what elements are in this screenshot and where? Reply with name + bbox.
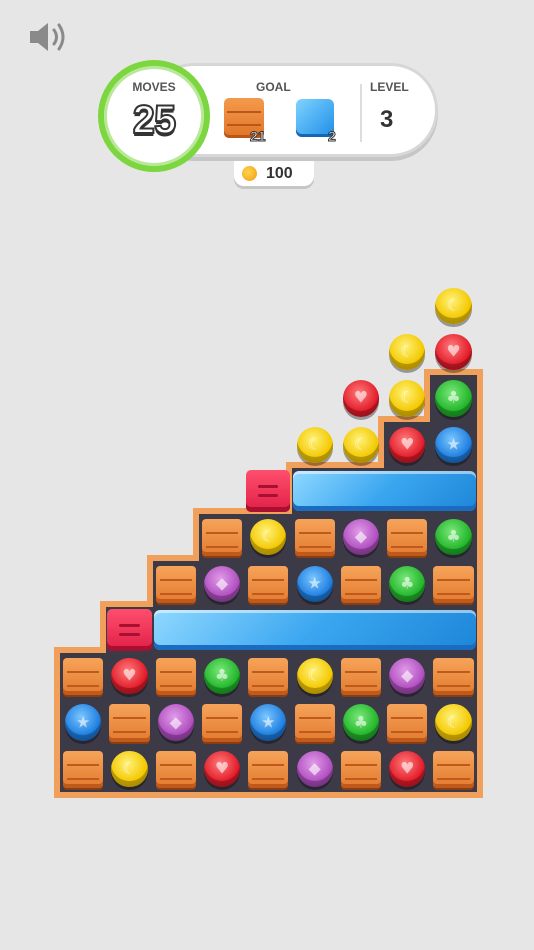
crate-tile[interactable]: [294, 704, 335, 742]
crate-tile[interactable]: [248, 565, 289, 603]
clover-icon: ♣: [446, 387, 461, 407]
heart-icon: ♥: [446, 341, 461, 361]
moon-icon: ☾: [446, 712, 461, 732]
yellow-moon-gem[interactable]: ☾: [342, 426, 380, 463]
crate-tile[interactable]: [201, 519, 243, 557]
ice-block: [153, 609, 476, 651]
moon-icon: ☾: [400, 341, 415, 361]
crate-tile[interactable]: [340, 658, 382, 696]
crate-tile[interactable]: [63, 658, 104, 696]
crate-tile[interactable]: [433, 565, 474, 603]
moon-icon: ☾: [400, 387, 415, 407]
green-clover-gem[interactable]: ♣: [389, 565, 426, 602]
purple-drop-gem[interactable]: ◆: [296, 750, 333, 787]
moon-icon: ☾: [307, 665, 322, 685]
yellow-moon-gem[interactable]: ☾: [111, 750, 148, 787]
crate-tile[interactable]: [109, 704, 150, 742]
yellow-moon-gem[interactable]: ☾: [435, 704, 472, 741]
star-icon: ★: [75, 712, 91, 732]
crate-tile[interactable]: [387, 519, 428, 557]
blocker-tile: [107, 608, 152, 652]
blue-star-gem[interactable]: ★: [250, 704, 287, 741]
star-icon: ★: [261, 712, 276, 732]
clover-icon: ♣: [214, 665, 230, 685]
yellow-moon-gem[interactable]: ☾: [296, 426, 333, 463]
crate-tile[interactable]: [433, 750, 474, 788]
red-heart-gem[interactable]: ♥: [389, 426, 426, 463]
crate-tile[interactable]: [201, 704, 243, 742]
crate-tile[interactable]: [340, 750, 382, 788]
green-clover-gem[interactable]: ♣: [435, 380, 472, 417]
blocker-tile: [246, 469, 291, 513]
crate-tile[interactable]: [387, 704, 428, 742]
crate-tile[interactable]: [63, 750, 104, 788]
drop-icon: ◆: [215, 573, 229, 593]
moon-icon: ☾: [446, 295, 461, 315]
moon-icon: ☾: [261, 526, 276, 546]
clover-icon: ♣: [446, 526, 461, 546]
drop-icon: ◆: [401, 665, 414, 685]
red-heart-gem[interactable]: ♥: [435, 334, 472, 371]
clover-icon: ♣: [353, 712, 369, 732]
blue-star-gem[interactable]: ★: [435, 426, 472, 463]
heart-icon: ♥: [400, 758, 415, 778]
drop-icon: ◆: [169, 712, 182, 732]
star-icon: ★: [307, 573, 322, 593]
star-icon: ★: [446, 434, 461, 454]
yellow-moon-gem[interactable]: ☾: [389, 334, 426, 371]
drop-icon: ◆: [308, 758, 321, 778]
heart-icon: ♥: [214, 758, 230, 778]
purple-drop-gem[interactable]: ◆: [157, 704, 194, 741]
blue-star-gem[interactable]: ★: [65, 704, 102, 741]
yellow-moon-gem[interactable]: ☾: [435, 287, 472, 324]
crate-tile[interactable]: [294, 519, 335, 557]
heart-icon: ♥: [122, 665, 137, 685]
red-heart-gem[interactable]: ♥: [342, 380, 380, 417]
crate-tile[interactable]: [248, 750, 289, 788]
game-board: ☾ ☾ ♥ ♥ ☾ ♣ ☾ ☾ ♥ ★ ☾ ◆ ♣ ◆ ★ ♣ ♥ ♣ ☾ ◆ ★ ◆ ★ ♣ ☾ ☾ ♥ ◆ ♥: [0, 0, 534, 950]
crate-tile[interactable]: [155, 565, 196, 603]
ice-block: [292, 470, 476, 512]
red-heart-gem[interactable]: ♥: [203, 750, 241, 787]
heart-icon: ♥: [400, 434, 415, 454]
crate-tile[interactable]: [155, 750, 196, 788]
yellow-moon-gem[interactable]: ☾: [389, 380, 426, 417]
heart-icon: ♥: [353, 387, 369, 407]
blue-star-gem[interactable]: ★: [296, 565, 333, 602]
moon-icon: ☾: [122, 758, 137, 778]
crate-tile[interactable]: [340, 565, 382, 603]
moon-icon: ☾: [307, 434, 322, 454]
drop-icon: ◆: [354, 526, 368, 546]
purple-drop-gem[interactable]: ◆: [203, 565, 241, 602]
yellow-moon-gem[interactable]: ☾: [296, 658, 333, 695]
crate-tile[interactable]: [155, 658, 196, 696]
clover-icon: ♣: [400, 573, 415, 593]
green-clover-gem[interactable]: ♣: [342, 704, 380, 741]
moon-icon: ☾: [353, 434, 369, 454]
green-clover-gem[interactable]: ♣: [435, 519, 472, 556]
red-heart-gem[interactable]: ♥: [111, 658, 148, 695]
crate-tile[interactable]: [248, 658, 289, 696]
crate-tile[interactable]: [433, 658, 474, 696]
